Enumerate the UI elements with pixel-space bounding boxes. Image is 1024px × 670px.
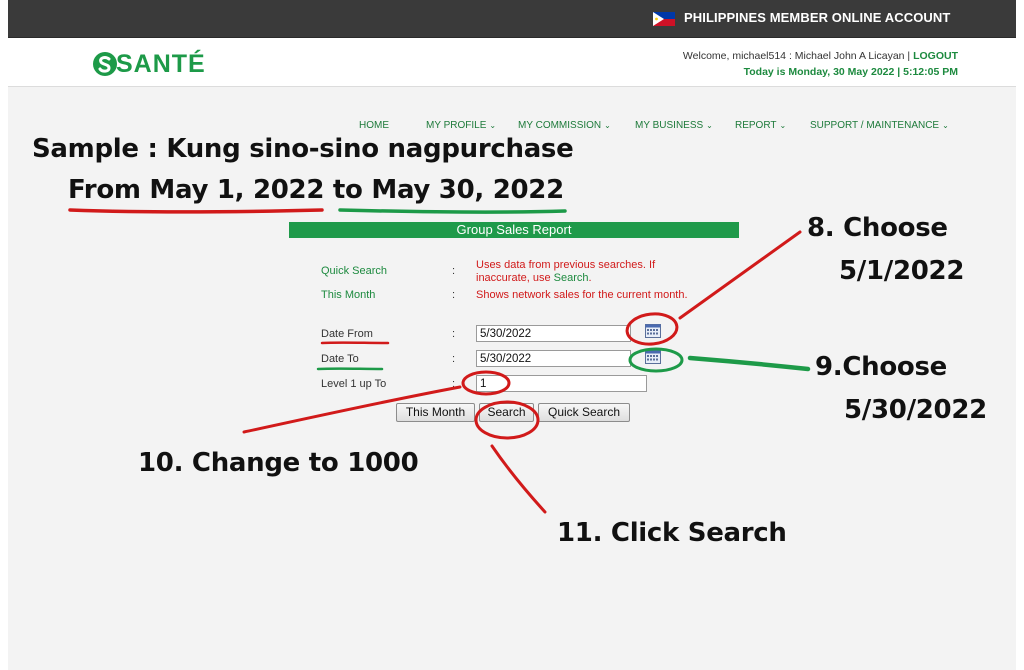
top-bar: PHILIPPINES MEMBER ONLINE ACCOUNT (8, 0, 1016, 38)
date-to-input[interactable]: 5/30/2022 (476, 350, 631, 367)
report-title-bar: Group Sales Report (289, 222, 739, 238)
date-from-label: Date From (321, 328, 373, 340)
chevron-down-icon: ⌄ (706, 121, 713, 130)
annotation-range-to: May 30, 2022 (371, 175, 564, 205)
search-button[interactable]: Search (479, 403, 534, 422)
main-nav: HOME MY PROFILE ⌄ MY COMMISSION ⌄ MY BUSIN… (8, 120, 1016, 134)
logo[interactable]: SANTÉ (92, 50, 206, 78)
philippines-flag-icon (653, 12, 675, 26)
colon: : (452, 289, 456, 301)
annotation-range-from: From May 1, 2022 (68, 175, 325, 205)
annotation-step9-line2: 5/30/2022 (844, 395, 987, 425)
annotation-step11: 11. Click Search (557, 518, 787, 548)
colon: : (452, 353, 456, 365)
logo-text: SANTÉ (116, 50, 206, 78)
annotation-step10: 10. Change to 1000 (138, 448, 419, 478)
annotation-step9-line1: 9.Choose (815, 352, 947, 382)
nav-my-profile[interactable]: MY PROFILE ⌄ (426, 120, 496, 131)
calendar-icon[interactable] (645, 324, 661, 338)
account-label: PHILIPPINES MEMBER ONLINE ACCOUNT (684, 10, 951, 25)
quick-search-label: Quick Search (321, 265, 388, 277)
nav-home[interactable]: HOME (359, 120, 389, 131)
today-date: Today is Monday, 30 May 2022 | 5:12:05 P… (743, 66, 958, 78)
annotation-range: From May 1, 2022 to May 30, 2022 (68, 175, 564, 205)
date-to-label: Date To (321, 353, 359, 365)
chevron-down-icon: ⌄ (489, 121, 497, 130)
sante-logo-icon (93, 52, 117, 76)
logout-link[interactable]: LOGOUT (913, 50, 958, 62)
annotation-range-to-word: to (332, 175, 363, 205)
welcome-text: Welcome, michael514 : Michael John A Lic… (683, 50, 958, 62)
annotation-step8-line1: 8. Choose (807, 213, 948, 243)
annotation-step8-line2: 5/1/2022 (839, 256, 965, 286)
nav-my-business[interactable]: MY BUSINESS ⌄ (635, 120, 713, 131)
welcome-user: Welcome, michael514 : Michael John A Lic… (682, 50, 914, 62)
colon: : (452, 378, 456, 390)
header: SANTÉ Welcome, michael514 : Michael John… (8, 38, 1016, 87)
annotation-sample: Sample : Kung sino-sino nagpurchase (32, 134, 574, 164)
nav-support-maintenance[interactable]: SUPPORT / MAINTENANCE ⌄ (810, 120, 949, 131)
level-label: Level 1 up To (321, 378, 387, 390)
nav-my-commission[interactable]: MY COMMISSION ⌄ (518, 120, 611, 131)
calendar-icon[interactable] (645, 350, 661, 364)
quick-search-button[interactable]: Quick Search (538, 403, 630, 422)
level-input[interactable]: 1 (476, 375, 647, 392)
this-month-label: This Month (321, 289, 376, 301)
chevron-down-icon: ⌄ (942, 121, 949, 130)
this-month-button[interactable]: This Month (396, 403, 475, 422)
chevron-down-icon: ⌄ (604, 121, 611, 130)
nav-report[interactable]: REPORT ⌄ (735, 120, 786, 131)
date-from-input[interactable]: 5/30/2022 (476, 325, 631, 342)
colon: : (452, 265, 456, 277)
chevron-down-icon: ⌄ (779, 121, 787, 130)
quick-search-description: Uses data from previous searches. If ina… (476, 259, 656, 284)
this-month-description: Shows network sales for the current mont… (476, 289, 688, 301)
page-frame: PHILIPPINES MEMBER ONLINE ACCOUNT SANTÉ … (8, 0, 1016, 670)
colon: : (452, 328, 456, 340)
